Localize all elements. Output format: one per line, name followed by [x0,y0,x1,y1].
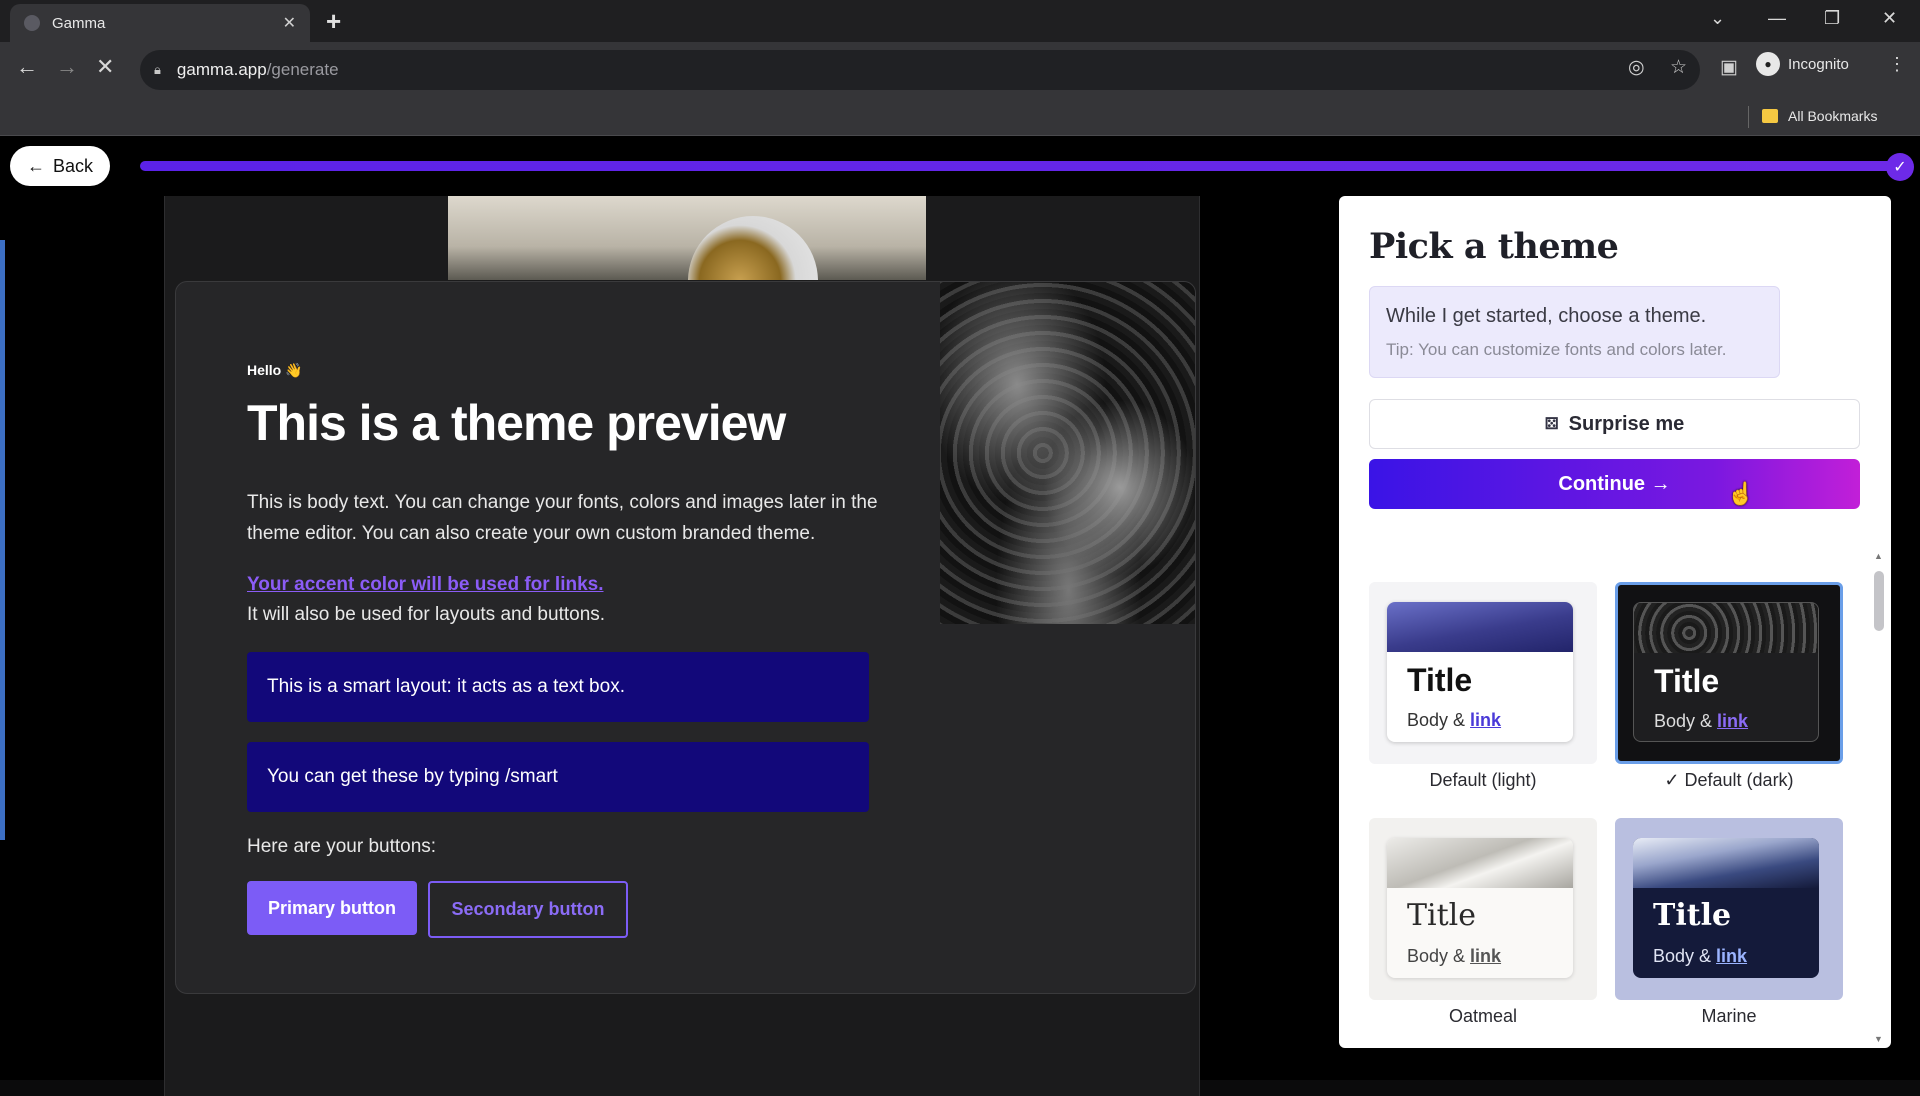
theme-link: link [1716,946,1748,966]
side-panel-icon[interactable]: ▣ [1720,56,1738,79]
theme-label-marine: Marine [1701,1006,1757,1026]
tip-line-1: While I get started, choose a theme. [1386,305,1707,327]
scroll-down-arrow-icon[interactable]: ▼ [1874,1034,1883,1044]
bookmarks-bar: All Bookmarks [0,98,1920,136]
surprise-me-button[interactable]: ⚄ Surprise me [1369,399,1860,449]
lock-icon[interactable]: 🔒︎ [154,62,161,78]
eye-off-icon[interactable]: ◎ [1628,56,1645,79]
checkmark-icon: ✓ [1664,770,1685,790]
preview-heading: This is a theme preview [247,395,786,451]
tab-close-icon[interactable]: ✕ [283,13,296,33]
left-accent-bar [0,240,5,840]
theme-body: Body & link [1407,710,1502,730]
panel-title: Pick a theme [1369,226,1619,267]
theme-thumbnail: Title Body & link [1387,602,1573,742]
progress-complete-check-icon: ✓ [1886,153,1914,181]
tab-search-icon[interactable]: ⌄ [1710,8,1725,29]
gamma-favicon-icon [24,15,40,31]
dice-icon: ⚄ [1544,416,1559,433]
browser-toolbar: ← → ✕ 🔒︎ gamma.app/generate ◎ ☆ ▣ [0,42,1920,98]
bookmark-star-icon[interactable]: ☆ [1670,56,1687,79]
theme-title: Title [1653,898,1732,933]
restore-icon[interactable]: ❐ [1824,8,1840,29]
secondary-button[interactable]: Secondary button [428,881,628,938]
browser-tab-bar: Gamma ✕ + ⌄ — ❐ ✕ [0,0,1920,42]
body-text: This is body text. You can change your f… [247,492,878,544]
all-bookmarks-label: All Bookmarks [1788,108,1878,124]
helmet-image [688,216,818,280]
progress-bar [140,161,1900,171]
theme-body: Body & link [1654,711,1749,731]
scroll-up-arrow-icon[interactable]: ▲ [1874,551,1883,561]
back-button[interactable]: ← Back [10,146,110,186]
theme-banner-image [1634,603,1818,653]
folder-icon [1762,109,1778,123]
theme-link: link [1470,946,1502,966]
incognito-profile[interactable]: ● Incognito [1756,52,1849,76]
theme-marine[interactable]: Title Body & link [1615,818,1843,1000]
theme-thumbnail: Title Body & link [1633,602,1819,742]
forward-arrow-icon[interactable]: → [56,54,78,80]
url-host: gamma.app [176,60,267,79]
hello-text: Hello 👋 [247,362,303,378]
theme-preview-card: Hello 👋 This is a theme preview This is … [175,281,1196,994]
theme-link: link [1717,711,1749,731]
smart-layout-box-1: This is a smart layout: it acts as a tex… [247,652,869,722]
theme-picker-panel: Pick a theme While I get started, choose… [1339,196,1891,1048]
theme-banner-image [1387,602,1573,652]
browser-tab[interactable]: Gamma ✕ [10,4,310,42]
address-bar[interactable]: 🔒︎ gamma.app/generate [140,50,1700,90]
profile-label: Incognito [1788,55,1849,73]
all-bookmarks[interactable]: All Bookmarks [1762,108,1877,124]
tab-title: Gamma [52,14,106,32]
stop-loading-icon[interactable]: ✕ [96,54,114,80]
window-close-icon[interactable]: ✕ [1882,8,1897,29]
smart-layout-box-2: You can get these by typing /smart [247,742,869,812]
tip-box: While I get started, choose a theme. Tip… [1369,286,1780,378]
theme-link: link [1470,710,1502,730]
theme-thumbnail: Title Body & link [1633,838,1819,978]
theme-thumbnail: Title Body & link [1387,838,1573,978]
theme-banner-image [1387,838,1573,888]
minimize-icon[interactable]: — [1768,8,1786,29]
url-path: /generate [266,60,339,79]
gamma-app: ← Back ✓ Hello 👋 This is a theme preview… [0,136,1920,1096]
incognito-icon: ● [1756,52,1780,76]
new-tab-button[interactable]: + [326,6,341,37]
progress-fill [140,161,1900,171]
bookmarks-separator [1748,106,1749,128]
theme-body: Body & link [1653,946,1748,966]
theme-default-light[interactable]: Title Body & link [1369,582,1597,764]
primary-button[interactable]: Primary button [247,881,417,935]
continue-button[interactable]: Continue → [1369,459,1860,509]
theme-title: Title [1407,898,1477,933]
theme-body: Body & link [1407,946,1502,966]
surprise-me-label: Surprise me [1568,412,1685,435]
scrollbar-thumb[interactable] [1874,571,1884,631]
theme-oatmeal[interactable]: Title Body & link [1369,818,1597,1000]
accent-link[interactable]: Your accent color will be used for links… [247,574,604,596]
accent-note: It will also be used for layouts and but… [247,604,606,625]
theme-label-default-light: Default (light) [1429,770,1537,790]
theme-label-oatmeal: Oatmeal [1448,1006,1518,1026]
mouse-cursor-icon: ☝ [1727,481,1755,506]
back-label: Back [52,155,94,176]
theme-title: Title [1407,662,1473,698]
theme-title: Title [1654,663,1720,699]
buttons-intro: Here are your buttons: [247,836,437,857]
back-arrow-icon[interactable]: ← [16,54,38,80]
arrow-left-icon: ← [26,155,45,176]
abstract-smoke-image [940,282,1195,624]
theme-label-default-dark: ✓ Default (dark) [1664,770,1794,790]
browser-menu-icon[interactable]: ⋮ [1888,54,1906,75]
theme-banner-image [1633,838,1819,888]
theme-default-dark[interactable]: Title Body & link [1615,582,1843,764]
top-image [448,196,926,280]
tip-line-2: Tip: You can customize fonts and colors … [1386,340,1727,359]
